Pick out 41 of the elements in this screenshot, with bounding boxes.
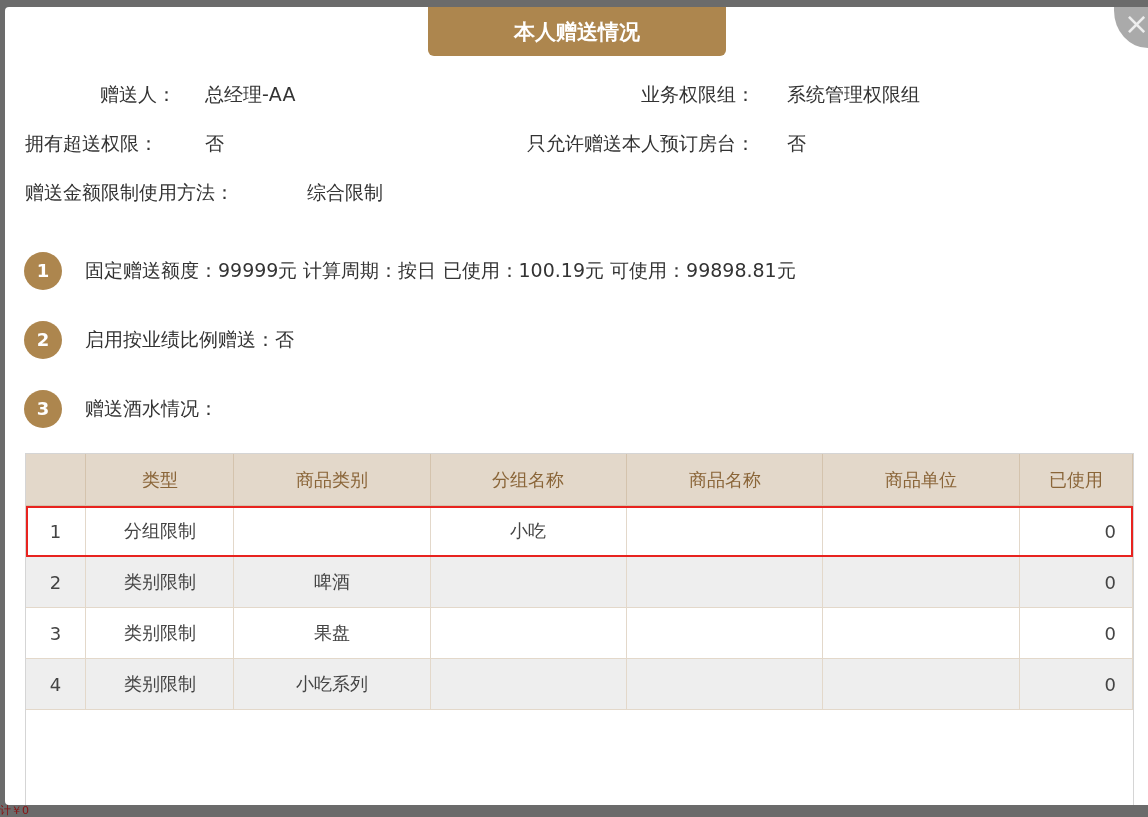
table-cell: 啤酒	[233, 556, 431, 608]
step-number-badge: 1	[24, 251, 62, 290]
field-value: 否	[205, 130, 225, 156]
field-value: 否	[787, 130, 806, 156]
table-cell: 0	[1019, 607, 1133, 659]
section-text: 赠送酒水情况：	[85, 395, 218, 421]
table-cell: 类别限制	[85, 556, 234, 608]
step-number-badge: 2	[24, 320, 62, 359]
field-value: 系统管理权限组	[787, 81, 920, 107]
section-text: 固定赠送额度：99999元 计算周期：按日 已使用：100.19元 可使用：99898.81元	[85, 257, 796, 283]
table-cell: 0	[1019, 556, 1133, 608]
column-header: 商品名称	[626, 454, 823, 506]
section-text: 启用按业绩比例赠送：否	[85, 326, 294, 352]
column-header: 分组名称	[430, 454, 627, 506]
table-row[interactable]: 3 类别限制 果盘 0	[26, 607, 1133, 659]
table-cell: 0	[1019, 658, 1133, 710]
column-header: 商品类别	[233, 454, 431, 506]
header-cell	[26, 454, 86, 506]
table-row[interactable]: 4 类别限制 小吃系列 0	[26, 658, 1133, 710]
table-row[interactable]: 2 类别限制 啤酒 0	[26, 556, 1133, 608]
column-header: 类型	[85, 454, 234, 506]
column-header: 商品单位	[822, 454, 1020, 506]
dialog-title: 本人赠送情况	[428, 7, 726, 56]
field-value: 总经理-AA	[205, 81, 297, 107]
table-cell: 2	[26, 556, 86, 608]
field-label: 只允许赠送本人预订房台：	[526, 130, 756, 156]
table-cell: 类别限制	[85, 607, 234, 659]
table-cell: 果盘	[233, 607, 431, 659]
total-text: 计￥0	[0, 805, 29, 817]
table-row[interactable]: 1 分组限制 小吃 0	[26, 505, 1133, 557]
step-number-badge: 3	[24, 389, 62, 428]
table-cell: 小吃系列	[233, 658, 431, 710]
field-label: 赠送人：	[99, 81, 177, 107]
field-label: 拥有超送权限：	[25, 130, 159, 156]
table-cell: 4	[26, 658, 86, 710]
table-cell: 3	[26, 607, 86, 659]
field-value: 综合限制	[307, 179, 384, 205]
field-label: 业务权限组：	[640, 81, 756, 107]
table-cell: 类别限制	[85, 658, 234, 710]
field-label: 赠送金额限制使用方法：	[25, 179, 235, 205]
column-header: 已使用	[1019, 454, 1133, 506]
